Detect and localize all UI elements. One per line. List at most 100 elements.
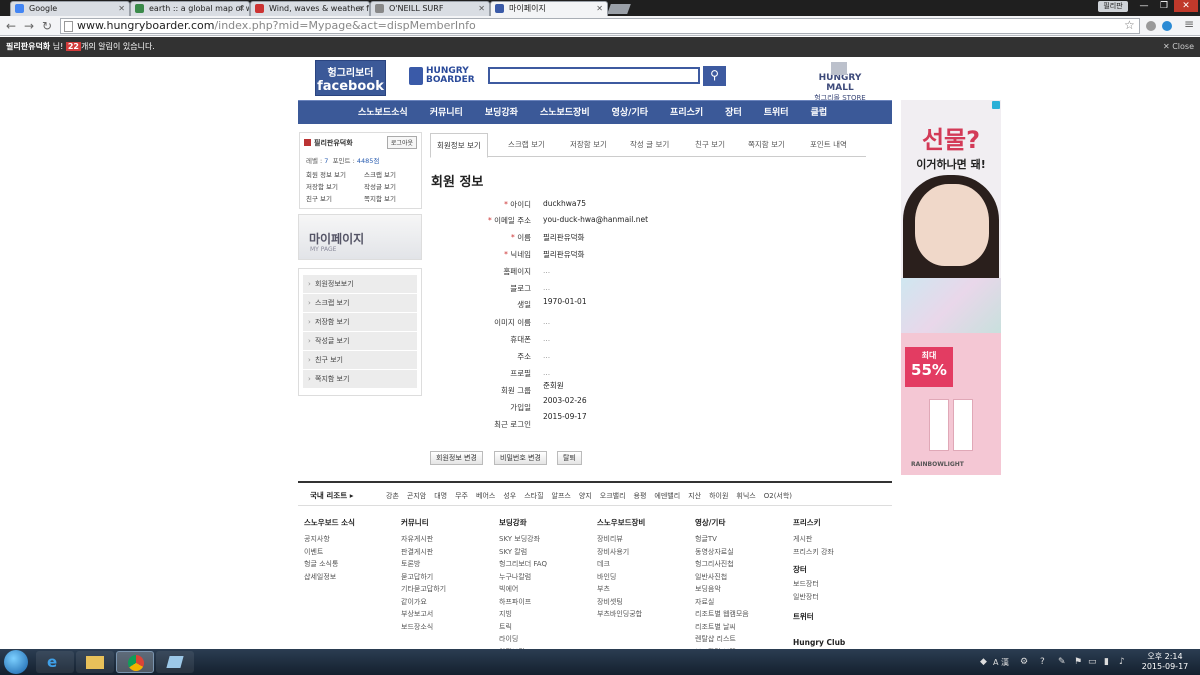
close-icon[interactable]: ✕: [118, 2, 125, 15]
footer-link[interactable]: 누구나칼럼: [499, 571, 547, 584]
footer-link[interactable]: 보드장소식: [401, 621, 446, 634]
footer-link[interactable]: 이벤트: [304, 546, 355, 559]
ad-banner[interactable]: 선물? 이거하나면 돼! 최대 55% RAINBOWLIGHT: [901, 100, 1001, 475]
tray-monitor-icon[interactable]: ▭: [1088, 657, 1097, 667]
chrome-icon[interactable]: [116, 651, 154, 673]
footer-column-title[interactable]: 보딩강좌: [499, 517, 547, 528]
nav-snowboard-news[interactable]: 스노보드소식: [358, 101, 408, 125]
footer-link[interactable]: 장비사용기: [597, 546, 645, 559]
tab-oneill[interactable]: O'NEILL SURF ✕: [370, 1, 490, 16]
edit-profile-button[interactable]: 회원정보 변경: [430, 451, 483, 465]
resort-link[interactable]: 베어스: [476, 491, 495, 501]
footer-link[interactable]: 보딩음악: [695, 583, 749, 596]
footer-link[interactable]: 트릭: [499, 621, 547, 634]
nav-market[interactable]: 장터: [725, 101, 742, 125]
link-saved[interactable]: 저장함 보기: [306, 181, 364, 191]
link-member-info[interactable]: 회원 정보 보기: [306, 169, 364, 179]
resort-link[interactable]: 강촌: [386, 491, 399, 501]
footer-link[interactable]: 빅에어: [499, 583, 547, 596]
footer-column-title[interactable]: 스노우보드 소식: [304, 517, 355, 528]
search-input[interactable]: [488, 67, 700, 84]
footer-link[interactable]: 하프파이프: [499, 596, 547, 609]
footer-link[interactable]: 헝그리보더 FAQ: [499, 558, 547, 571]
resort-link[interactable]: 용평: [634, 491, 647, 501]
footer-link[interactable]: 같이가요: [401, 596, 446, 609]
footer-link[interactable]: SKY 보딩강좌: [499, 533, 547, 546]
footer-column-title[interactable]: 프리스키: [793, 517, 845, 528]
footer-link[interactable]: 지빙: [499, 608, 547, 621]
footer-link[interactable]: 공지사항: [304, 533, 355, 546]
side-menu-member-info[interactable]: 회원정보보기: [303, 275, 417, 293]
footer-link[interactable]: 동영상자료실: [695, 546, 749, 559]
reload-icon[interactable]: ↻: [42, 19, 52, 33]
tray-pen-icon[interactable]: ✎: [1058, 657, 1066, 667]
notification-count[interactable]: 22: [65, 42, 81, 51]
footer-column-title[interactable]: 트위터: [793, 611, 845, 622]
resort-link[interactable]: 양지: [579, 491, 592, 501]
resort-link[interactable]: 지산: [688, 491, 701, 501]
footer-link[interactable]: 렌탈샵 리스트: [695, 633, 749, 646]
footer-column-title[interactable]: 커뮤니티: [401, 517, 446, 528]
footer-link[interactable]: 기타묻고답하기: [401, 583, 446, 596]
tab-points[interactable]: 포인트 내역: [810, 133, 847, 157]
nav-twitter[interactable]: 트위터: [764, 101, 789, 125]
footer-link[interactable]: 게시판: [793, 533, 845, 546]
footer-link[interactable]: 프리스키 강좌: [793, 546, 845, 559]
close-icon[interactable]: ✕: [596, 2, 603, 15]
url-bar[interactable]: www.hungryboarder.com/index.php?mid=Mypa…: [60, 18, 1140, 34]
footer-column-title[interactable]: 스노우보드장비: [597, 517, 645, 528]
window-close-icon[interactable]: ✕: [1174, 0, 1198, 12]
hungry-mall-link[interactable]: HUNGRY MALL 헝그리몰 STORE: [804, 62, 876, 102]
nav-freeski[interactable]: 프리스키: [670, 101, 703, 125]
tab-posts[interactable]: 작성 글 보기: [630, 133, 669, 157]
tab-earth[interactable]: earth :: a global map of wi ✕: [130, 1, 250, 16]
footer-link[interactable]: 묻고답하기: [401, 571, 446, 584]
tray-flag-icon[interactable]: ⚑: [1074, 657, 1082, 667]
footer-link[interactable]: 데크: [597, 558, 645, 571]
back-arrow-icon[interactable]: ←: [6, 19, 16, 33]
ime-indicator[interactable]: A 漢: [993, 657, 1009, 668]
tray-gear-icon[interactable]: ⚙: [1020, 657, 1028, 667]
side-menu-posts[interactable]: 작성글 보기: [303, 332, 417, 350]
tab-member-info[interactable]: 회원정보 보기: [430, 133, 488, 158]
footer-link[interactable]: 자유게시판: [401, 533, 446, 546]
resort-link[interactable]: 하이원: [709, 491, 728, 501]
tab-scrap[interactable]: 스크랩 보기: [508, 133, 545, 157]
footer-link[interactable]: 바인딩: [597, 571, 645, 584]
link-posts[interactable]: 작성글 보기: [364, 181, 418, 191]
minimize-icon[interactable]: —: [1134, 0, 1154, 12]
resort-link[interactable]: O2(서학): [764, 491, 792, 501]
resort-title[interactable]: 국내 리조트 ▸: [310, 490, 354, 501]
start-button[interactable]: [4, 650, 28, 674]
footer-link[interactable]: 부츠바인딩궁합: [597, 608, 645, 621]
footer-link[interactable]: 자료실: [695, 596, 749, 609]
resort-link[interactable]: 성우: [503, 491, 516, 501]
tab-wind[interactable]: Wind, waves & weather fo ✕: [250, 1, 370, 16]
logout-button[interactable]: 로그아웃: [386, 136, 417, 149]
side-menu-saved[interactable]: 저장함 보기: [303, 313, 417, 331]
close-icon[interactable]: ✕: [238, 2, 245, 15]
clock[interactable]: 오후 2:14 2015-09-17: [1138, 652, 1192, 672]
facebook-button[interactable]: 헝그리보더 facebook: [315, 60, 386, 96]
footer-link[interactable]: 장비리뷰: [597, 533, 645, 546]
footer-link[interactable]: 일반사진첩: [695, 571, 749, 584]
resort-link[interactable]: 곤지암: [407, 491, 426, 501]
link-friends[interactable]: 친구 보기: [306, 193, 364, 203]
search-button[interactable]: ⚲: [703, 66, 726, 86]
menu-icon[interactable]: ≡: [1184, 17, 1194, 31]
side-menu-messages[interactable]: 쪽지함 보기: [303, 370, 417, 388]
hungryboarder-logo[interactable]: HUNGRY BOARDER: [409, 66, 479, 88]
tray-shield-icon[interactable]: ◆: [980, 657, 987, 667]
tray-signal-icon[interactable]: ▮: [1104, 657, 1109, 667]
resort-link[interactable]: 에덴밸리: [654, 491, 680, 501]
nav-gear[interactable]: 스노보드장비: [540, 101, 590, 125]
explorer-folder-icon[interactable]: [76, 651, 114, 673]
nav-video[interactable]: 영상/기타: [612, 101, 648, 125]
footer-link[interactable]: 헝글TV: [695, 533, 749, 546]
forward-arrow-icon[interactable]: →: [24, 19, 34, 33]
extension-icon[interactable]: [1162, 21, 1172, 31]
resort-link[interactable]: 대명: [434, 491, 447, 501]
tab-friends[interactable]: 친구 보기: [695, 133, 725, 157]
footer-link[interactable]: 장비셋팅: [597, 596, 645, 609]
extension-icon[interactable]: [1146, 21, 1156, 31]
